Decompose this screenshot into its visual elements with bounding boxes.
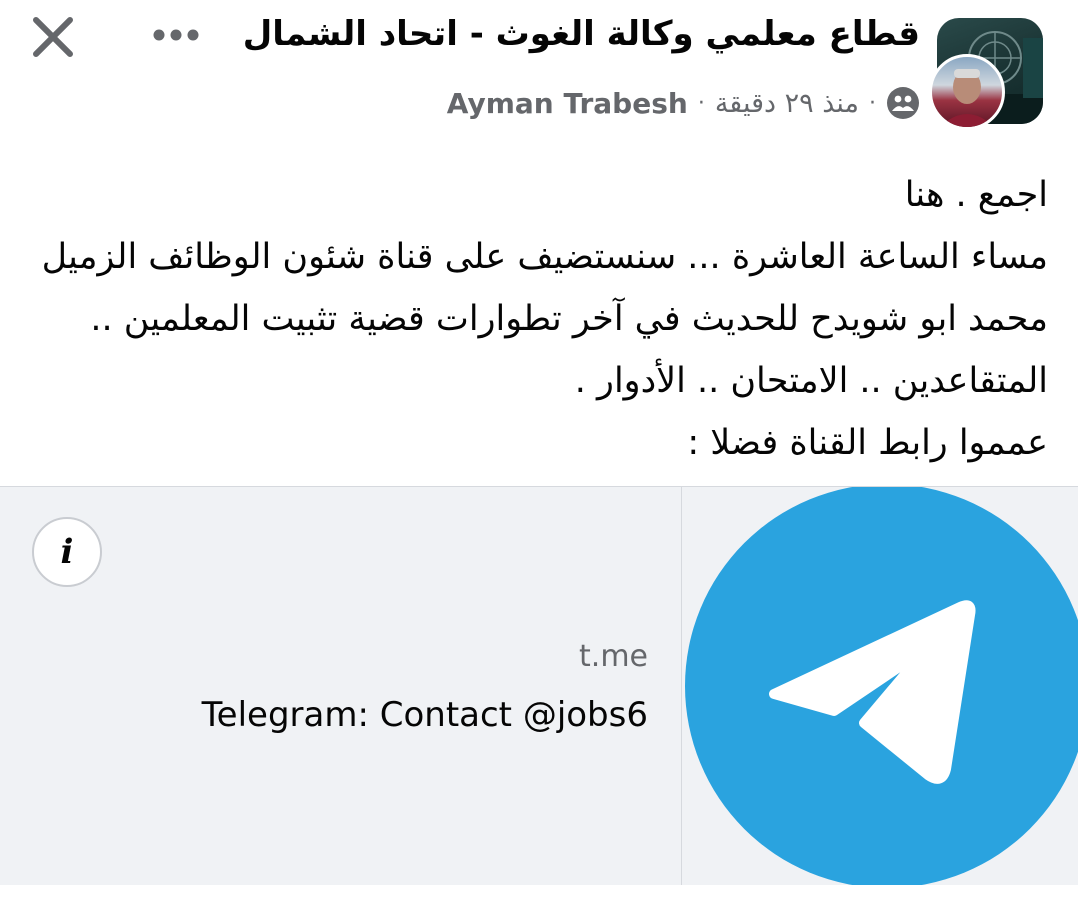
post-timestamp[interactable]: منذ ٢٩ دقيقة: [715, 88, 859, 119]
post-meta: · منذ ٢٩ دقيقة · Ayman Trabesh: [447, 86, 920, 120]
post-line: مساء الساعة العاشرة ... سنستضيف على قناة…: [41, 237, 1048, 277]
close-icon: [33, 17, 73, 57]
link-preview-card[interactable]: i t.me Telegram: Contact @jobs6: [0, 486, 1078, 886]
meta-separator: ·: [869, 90, 876, 116]
close-button[interactable]: [28, 12, 78, 62]
post-line: محمد ابو شويدح للحديث في آخر تطوارات قضي…: [90, 299, 1048, 339]
info-icon: i: [60, 532, 74, 572]
post-line: المتقاعدين .. الامتحان .. الأدوار .: [574, 361, 1048, 401]
meta-separator: ·: [697, 90, 705, 116]
author-photo: [940, 69, 994, 127]
post-header: قطاع معلمي وكالة الغوث - اتحاد الشمال · …: [0, 0, 1078, 140]
link-title[interactable]: Telegram: Contact @jobs6: [202, 695, 648, 735]
post-line: عمموا رابط القناة فضلا :: [687, 423, 1048, 463]
author-name[interactable]: Ayman Trabesh: [447, 87, 688, 120]
post-body: اجمع . هنا مساء الساعة العاشرة ... سنستض…: [38, 164, 1048, 474]
link-domain: t.me: [579, 639, 648, 674]
group-title[interactable]: قطاع معلمي وكالة الغوث - اتحاد الشمال: [243, 14, 920, 54]
post-footer: [0, 885, 1078, 923]
telegram-logo-icon: [685, 487, 1078, 885]
post-line: اجمع . هنا: [904, 175, 1048, 215]
more-options-button[interactable]: [148, 18, 204, 52]
group-audience-icon: [886, 86, 920, 120]
link-thumbnail[interactable]: [681, 487, 1078, 885]
author-avatar[interactable]: [929, 54, 1005, 130]
info-button[interactable]: i: [32, 517, 102, 587]
more-options-icon: [153, 29, 199, 41]
